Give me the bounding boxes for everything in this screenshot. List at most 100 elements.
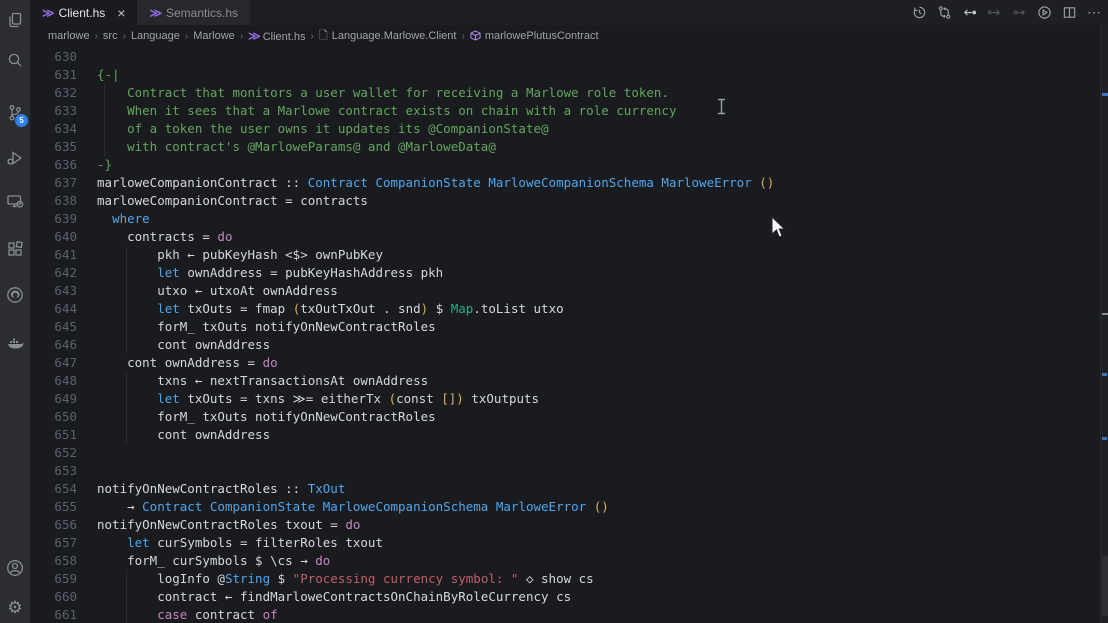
line-number[interactable]: 660	[30, 588, 77, 606]
breadcrumb-language[interactable]: Language	[131, 30, 180, 42]
line-number[interactable]: 646	[30, 336, 77, 354]
code-line[interactable]: 643 utxo ← utxoAt ownAddress	[30, 282, 1100, 300]
split-editor-icon[interactable]	[1061, 5, 1077, 21]
code-line[interactable]: 658 forM_ curSymbols $ \cs → do	[30, 552, 1100, 570]
line-number[interactable]: 633	[30, 102, 77, 120]
line-number[interactable]: 650	[30, 408, 77, 426]
sidebar-item-remote-explorer[interactable]	[0, 188, 30, 218]
code-line[interactable]: 657 let curSymbols = filterRoles txout	[30, 534, 1100, 552]
code-line[interactable]: 638 marloweCompanionContract = contracts	[30, 192, 1100, 210]
line-number[interactable]: 640	[30, 228, 77, 246]
code-line[interactable]: 655 → Contract CompanionState MarloweCom…	[30, 498, 1100, 516]
code-line[interactable]: 637 marloweCompanionContract :: Contract …	[30, 174, 1100, 192]
code-line[interactable]: 653	[30, 462, 1100, 480]
haskell-icon: ≫	[248, 29, 260, 43]
breadcrumb-symbol[interactable]: marlowePlutusContract	[470, 30, 599, 42]
code-line[interactable]: 651 cont ownAddress	[30, 426, 1100, 444]
extensions-icon	[5, 239, 25, 264]
close-icon[interactable]: ×	[117, 5, 125, 21]
code-text: contracts = do	[97, 229, 233, 244]
line-number[interactable]: 645	[30, 318, 77, 336]
code-line[interactable]: 654 notifyOnNewContractRoles :: TxOut	[30, 480, 1100, 498]
line-number[interactable]: 639	[30, 210, 77, 228]
line-number[interactable]: 661	[30, 606, 77, 623]
code-line[interactable]: 632 Contract that monitors a user wallet…	[30, 84, 1100, 102]
code-line[interactable]: 656 notifyOnNewContractRoles txout = do	[30, 516, 1100, 534]
code-line[interactable]: 644 let txOuts = fmap (txOutTxOut . snd)…	[30, 300, 1100, 318]
navigate-back-icon[interactable]	[961, 5, 977, 21]
line-number[interactable]: 638	[30, 192, 77, 210]
line-number[interactable]: 635	[30, 138, 77, 156]
line-number[interactable]: 647	[30, 354, 77, 372]
code-line[interactable]: 661 case contract of	[30, 606, 1100, 623]
sidebar-item-search[interactable]	[0, 48, 30, 78]
settings-button[interactable]: ⚙	[0, 592, 30, 622]
run-icon[interactable]	[1036, 5, 1052, 21]
code-line[interactable]: 648 txns ← nextTransactionsAt ownAddress	[30, 372, 1100, 390]
line-number[interactable]: 643	[30, 282, 77, 300]
code-line[interactable]: 645 forM_ txOuts notifyOnNewContractRole…	[30, 318, 1100, 336]
line-number[interactable]: 655	[30, 498, 77, 516]
code-line[interactable]: 631 {-|	[30, 66, 1100, 84]
line-number[interactable]: 632	[30, 84, 77, 102]
line-number[interactable]: 631	[30, 66, 77, 84]
minimap[interactable]	[1100, 25, 1108, 623]
line-number[interactable]: 634	[30, 120, 77, 138]
sidebar-item-github[interactable]	[0, 282, 30, 312]
line-number[interactable]: 652	[30, 444, 77, 462]
line-number[interactable]: 636	[30, 156, 77, 174]
line-number[interactable]: 648	[30, 372, 77, 390]
code-line[interactable]: 630	[30, 48, 1100, 66]
line-number[interactable]: 656	[30, 516, 77, 534]
code-text: marloweCompanionContract = contracts	[97, 193, 368, 208]
line-number[interactable]: 653	[30, 462, 77, 480]
code-line[interactable]: 633 When it sees that a Marlowe contract…	[30, 102, 1100, 120]
breadcrumb-module[interactable]: 🗋 Language.Marlowe.Client	[319, 27, 457, 46]
sidebar-item-run-debug[interactable]	[0, 145, 30, 175]
code-line[interactable]: 652	[30, 444, 1100, 462]
breadcrumb-marlowe[interactable]: marlowe	[48, 30, 90, 42]
line-number[interactable]: 657	[30, 534, 77, 552]
sidebar-item-source-control[interactable]: 5	[0, 100, 30, 130]
line-number[interactable]: 642	[30, 264, 77, 282]
sidebar-item-extensions[interactable]	[0, 236, 30, 266]
line-number[interactable]: 637	[30, 174, 77, 192]
code-line[interactable]: 649 let txOuts = txns ≫= eitherTx (const…	[30, 390, 1100, 408]
line-number[interactable]: 641	[30, 246, 77, 264]
navigate-forward-alt-icon[interactable]	[1011, 5, 1027, 21]
more-actions-icon[interactable]: ⋯	[1086, 4, 1102, 21]
code-line[interactable]: 647 cont ownAddress = do	[30, 354, 1100, 372]
code-line[interactable]: 634 of a token the user owns it updates …	[30, 120, 1100, 138]
tab-client-hs[interactable]: ≫ Client.hs ×	[30, 0, 138, 25]
line-number[interactable]: 658	[30, 552, 77, 570]
code-line[interactable]: 641 pkh ← pubKeyHash <$> ownPubKey	[30, 246, 1100, 264]
line-number[interactable]: 659	[30, 570, 77, 588]
sidebar-item-docker[interactable]	[0, 330, 30, 360]
code-text: notifyOnNewContractRoles :: TxOut	[97, 481, 346, 496]
sidebar-item-explorer[interactable]	[0, 7, 30, 37]
code-line[interactable]: 642 let ownAddress = pubKeyHashAddress p…	[30, 264, 1100, 282]
history-icon[interactable]	[911, 5, 927, 21]
tab-semantics-hs[interactable]: ≫ Semantics.hs	[137, 0, 251, 25]
line-number[interactable]: 649	[30, 390, 77, 408]
code-line[interactable]: 636 -}	[30, 156, 1100, 174]
code-line[interactable]: 635 with contract's @MarloweParams@ and …	[30, 138, 1100, 156]
code-line[interactable]: 639 where	[30, 210, 1100, 228]
code-line[interactable]: 650 forM_ txOuts notifyOnNewContractRole…	[30, 408, 1100, 426]
git-compare-icon[interactable]	[936, 5, 952, 21]
code-editor[interactable]: 630 631 {-| 632 Contract that monitors a us…	[30, 48, 1100, 623]
code-line[interactable]: 640 contracts = do	[30, 228, 1100, 246]
line-number[interactable]: 644	[30, 300, 77, 318]
line-number[interactable]: 651	[30, 426, 77, 444]
account-button[interactable]	[0, 555, 30, 585]
code-line[interactable]: 659 logInfo @String $ "Processing curren…	[30, 570, 1100, 588]
breadcrumb-separator: ›	[94, 30, 98, 42]
breadcrumb-client-hs[interactable]: ≫ Client.hs	[248, 29, 305, 43]
code-line[interactable]: 660 contract ← findMarloweContractsOnCha…	[30, 588, 1100, 606]
navigate-forward-icon[interactable]	[986, 5, 1002, 21]
breadcrumb-src[interactable]: src	[103, 30, 118, 42]
line-number[interactable]: 630	[30, 48, 77, 66]
line-number[interactable]: 654	[30, 480, 77, 498]
code-line[interactable]: 646 cont ownAddress	[30, 336, 1100, 354]
breadcrumb-marlowe-dir[interactable]: Marlowe	[193, 30, 235, 42]
